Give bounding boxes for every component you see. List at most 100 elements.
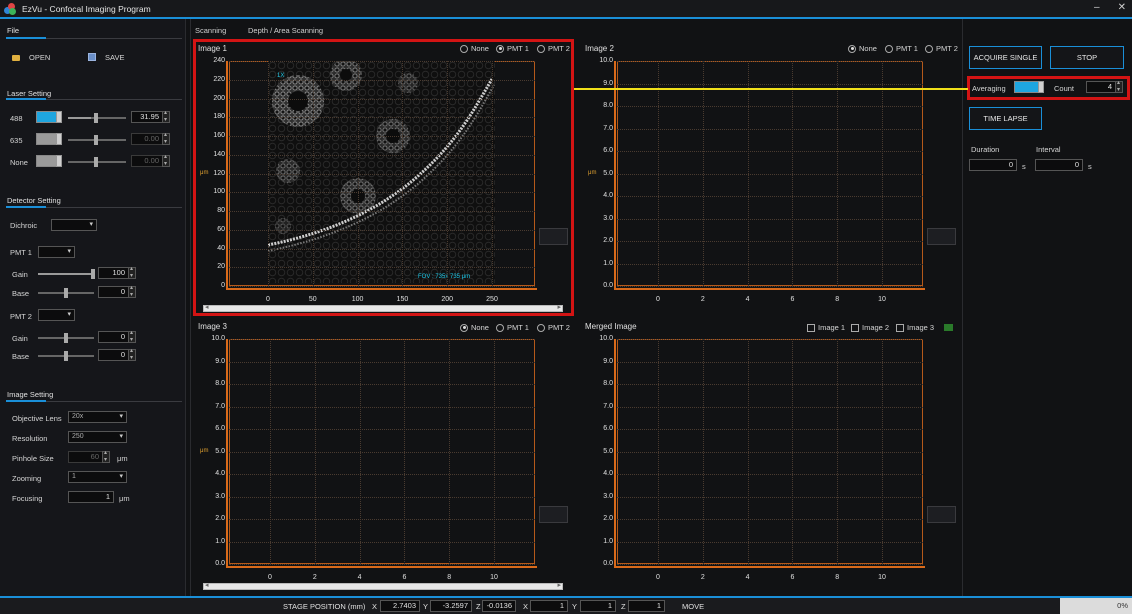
pmt2-base-slider[interactable] bbox=[38, 351, 94, 361]
pmt1-gain-slider[interactable] bbox=[38, 269, 95, 279]
image2-y-ruler bbox=[614, 61, 616, 288]
pmt1-select[interactable]: ▾ bbox=[38, 246, 75, 258]
pmt2-gain-value[interactable]: 0 bbox=[98, 331, 129, 343]
resolution-label: Resolution bbox=[12, 434, 48, 443]
stage-y-value[interactable]: -3.2597 bbox=[430, 600, 472, 612]
stage-x-value[interactable]: 2.7403 bbox=[380, 600, 420, 612]
pmt1-base-label: Base bbox=[12, 289, 30, 298]
laser-none-toggle[interactable] bbox=[36, 155, 62, 167]
image1-y-ruler bbox=[226, 61, 228, 288]
laser-488-slider[interactable] bbox=[68, 113, 126, 123]
pmt2-base-value[interactable]: 0 bbox=[98, 349, 129, 361]
image3-radio-none[interactable]: None bbox=[460, 323, 489, 332]
pmt1-base-spinner[interactable] bbox=[128, 284, 136, 298]
focus-value[interactable]: 1 bbox=[68, 491, 114, 503]
image2-side-button[interactable] bbox=[927, 228, 956, 245]
laser-488-value[interactable]: 31.95 bbox=[131, 111, 163, 123]
move-y-value[interactable]: 1 bbox=[580, 600, 616, 612]
image2-y-tick: 3.0 bbox=[603, 214, 613, 222]
image1-radio-pmt1[interactable]: PMT 1 bbox=[496, 44, 529, 53]
pmt2-base-spinner[interactable] bbox=[128, 347, 136, 361]
merged-y-tick: 10.0 bbox=[599, 335, 613, 342]
merged-check-image3[interactable]: Image 3 bbox=[896, 323, 934, 332]
image2-y-tick: 9.0 bbox=[603, 79, 613, 87]
image3-y-tick: 1.0 bbox=[215, 537, 225, 545]
laser-488-toggle[interactable] bbox=[36, 111, 62, 123]
pmt2-gain-slider[interactable] bbox=[38, 333, 94, 343]
averaging-toggle[interactable] bbox=[1014, 81, 1044, 93]
merged-color-icon[interactable] bbox=[944, 324, 953, 331]
objective-select[interactable]: 20x ▾ bbox=[68, 411, 127, 423]
image3-y-tick: 4.0 bbox=[215, 470, 225, 477]
chevron-down-icon: ▾ bbox=[119, 433, 123, 440]
image1-zoom-text: 1X bbox=[277, 73, 284, 79]
image1-scrollbar[interactable] bbox=[203, 303, 563, 312]
move-z-value[interactable]: 1 bbox=[628, 600, 665, 612]
move-x-value[interactable]: 1 bbox=[530, 600, 568, 612]
image1-radio-pmt2[interactable]: PMT 2 bbox=[537, 44, 570, 53]
pmt1-base-value[interactable]: 0 bbox=[98, 286, 129, 298]
laser-none-slider[interactable] bbox=[68, 157, 126, 167]
image3-side-button[interactable] bbox=[539, 506, 568, 523]
close-button[interactable]: ✕ bbox=[1118, 2, 1126, 13]
merged-side-button[interactable] bbox=[927, 506, 956, 523]
move-button[interactable]: MOVE bbox=[682, 602, 704, 611]
laser-635-value[interactable]: 0.00 bbox=[131, 133, 163, 145]
image3-radio-pmt2[interactable]: PMT 2 bbox=[537, 323, 570, 332]
zoom-select[interactable]: 1 ▾ bbox=[68, 471, 127, 483]
save-icon[interactable] bbox=[88, 53, 96, 61]
resolution-select[interactable]: 250 ▾ bbox=[68, 431, 127, 443]
merged-check-image1[interactable]: Image 1 bbox=[807, 323, 845, 332]
duration-value[interactable]: 0 bbox=[969, 159, 1017, 171]
stage-z-value[interactable]: -0.0136 bbox=[482, 600, 516, 612]
pmt2-select[interactable]: ▾ bbox=[38, 309, 75, 321]
image2-radio-none[interactable]: None bbox=[848, 44, 877, 53]
laser-none-value[interactable]: 0.00 bbox=[131, 155, 163, 167]
detector-section-title: Detector Setting bbox=[7, 196, 61, 205]
merged-y-tick: 0.0 bbox=[603, 560, 613, 567]
tab-depth-area-scanning[interactable]: Depth / Area Scanning bbox=[248, 26, 323, 35]
pmt1-gain-spinner[interactable] bbox=[128, 265, 136, 279]
laser-635-slider[interactable] bbox=[68, 135, 126, 145]
minimize-button[interactable]: – bbox=[1094, 2, 1100, 13]
pmt1-base-slider[interactable] bbox=[38, 288, 94, 298]
laser-488-spinner[interactable] bbox=[162, 109, 170, 123]
pinhole-unit: μm bbox=[117, 454, 128, 463]
image1-y-tick: 80 bbox=[217, 207, 225, 214]
image1-y-tick: 100 bbox=[213, 188, 225, 196]
laser-635-toggle[interactable] bbox=[36, 133, 62, 145]
open-button[interactable]: OPEN bbox=[29, 53, 50, 62]
save-button[interactable]: SAVE bbox=[105, 53, 124, 62]
laser-635-spinner[interactable] bbox=[162, 131, 170, 145]
folder-icon[interactable] bbox=[12, 55, 20, 61]
image3-scrollbar[interactable] bbox=[203, 581, 563, 590]
merged-check-image2[interactable]: Image 2 bbox=[851, 323, 889, 332]
count-value[interactable]: 4 bbox=[1086, 81, 1116, 93]
pinhole-label: Pinhole Size bbox=[12, 454, 54, 463]
merged-title: Merged Image bbox=[585, 322, 637, 331]
status-bar: STAGE POSITION (mm) X 2.7403 Y -3.2597 Z… bbox=[0, 598, 1132, 614]
image1-x-ruler bbox=[226, 288, 537, 290]
count-spinner[interactable] bbox=[1115, 79, 1123, 93]
image2-radio-pmt2[interactable]: PMT 2 bbox=[925, 44, 958, 53]
pinhole-value[interactable]: 60 bbox=[68, 451, 103, 463]
acquire-single-button[interactable]: ACQUIRE SINGLE bbox=[969, 46, 1042, 69]
stop-button[interactable]: STOP bbox=[1050, 46, 1124, 69]
time-lapse-button[interactable]: TIME LAPSE bbox=[969, 107, 1042, 130]
tab-scanning[interactable]: Scanning bbox=[195, 26, 226, 35]
dichroic-select[interactable]: ▾ bbox=[51, 219, 97, 231]
pmt2-gain-spinner[interactable] bbox=[128, 329, 136, 343]
window-title: EzVu - Confocal Imaging Program bbox=[22, 3, 151, 14]
image3-radio-pmt1[interactable]: PMT 1 bbox=[496, 323, 529, 332]
merged-y-tick: 6.0 bbox=[603, 425, 613, 432]
image1-radio-none[interactable]: None bbox=[460, 44, 489, 53]
laser-none-spinner[interactable] bbox=[162, 153, 170, 167]
image2-radio-pmt1[interactable]: PMT 1 bbox=[885, 44, 918, 53]
image1-x-tick: 200 bbox=[441, 296, 454, 303]
interval-label: Interval bbox=[1036, 145, 1061, 154]
image1-side-button[interactable] bbox=[539, 228, 568, 245]
pmt1-gain-value[interactable]: 100 bbox=[98, 267, 129, 279]
pinhole-spinner[interactable] bbox=[102, 449, 110, 463]
interval-value[interactable]: 0 bbox=[1035, 159, 1083, 171]
merged-x-tick: 4 bbox=[745, 574, 750, 581]
